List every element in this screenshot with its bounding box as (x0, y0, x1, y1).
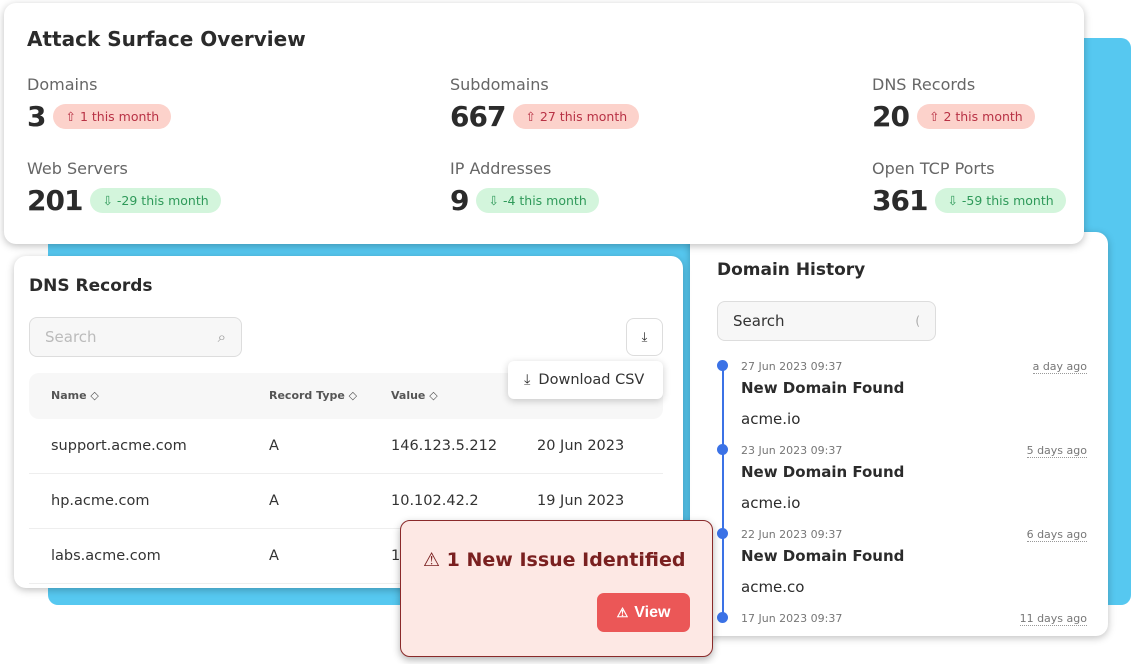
history-title: Domain History (717, 260, 866, 280)
download-csv-label: Download CSV (538, 372, 645, 388)
table-row[interactable]: support.acme.com A 146.123.5.212 20 Jun 202… (29, 419, 663, 474)
timeline-dot (717, 444, 728, 455)
trend-badge: ⇩ -59 this month (935, 188, 1066, 213)
event-timestamp: 27 Jun 2023 09:37 (741, 360, 843, 373)
cell: 19 Jun 2023 (537, 493, 625, 509)
arrow-up-icon: ⇧ (525, 109, 536, 124)
event-timestamp: 17 Jun 2023 09:37 (741, 612, 843, 625)
trend-badge: ⇧ 1 this month (53, 104, 172, 129)
stat-3: Web Servers 201 ⇩ -29 this month (27, 159, 221, 217)
domain-history-card: Domain History Search ( 27 Jun 2023 09:3… (690, 232, 1108, 636)
timeline-dot (717, 528, 728, 539)
stat-value: 667 (450, 100, 506, 133)
trend-badge: ⇧ 2 this month (916, 104, 1035, 129)
stat-label: IP Addresses (450, 159, 552, 178)
event-relative-time: 6 days ago (1026, 528, 1087, 542)
stat-4: IP Addresses 9 ⇩ -4 this month (450, 159, 599, 217)
stat-label: Open TCP Ports (872, 159, 995, 178)
download-icon: ⤓ (641, 329, 648, 345)
column-header-name[interactable]: Name ◇ (51, 389, 99, 402)
cell: A (269, 548, 279, 564)
arrow-down-icon: ⇩ (947, 193, 958, 208)
event-domain: acme.co (741, 578, 805, 596)
column-header-value[interactable]: Value ◇ (391, 389, 438, 402)
stat-1: Subdomains 667 ⇧ 27 this month (450, 75, 640, 133)
stat-value: 361 (872, 184, 928, 217)
event-timestamp: 22 Jun 2023 09:37 (741, 528, 843, 541)
download-csv-menu-item[interactable]: ⤓ Download CSV (508, 361, 663, 399)
view-button[interactable]: ⚠ View (597, 593, 690, 632)
search-value: Search (733, 312, 785, 330)
cell: hp.acme.com (51, 493, 150, 509)
download-button[interactable]: ⤓ (626, 318, 663, 356)
warning-icon: ⚠ (616, 604, 629, 620)
stat-value: 20 (872, 100, 910, 133)
stat-0: Domains 3 ⇧ 1 this month (27, 75, 172, 133)
stat-label: Domains (27, 75, 98, 94)
event-relative-time: 5 days ago (1026, 444, 1087, 458)
event-relative-time: a day ago (1032, 360, 1087, 374)
search-placeholder: Search (45, 328, 97, 346)
dns-title: DNS Records (29, 276, 153, 296)
cell: support.acme.com (51, 438, 187, 454)
dns-search-input[interactable]: Search ⌕ (29, 317, 242, 357)
timeline-dot (717, 612, 728, 623)
history-search-input[interactable]: Search ( (717, 301, 936, 341)
timeline-dot (717, 360, 728, 371)
cell: 10.102.42.2 (391, 493, 479, 509)
event-title: New Domain Found (741, 547, 905, 565)
issue-alert: ⚠ 1 New Issue Identified ⚠ View (400, 520, 713, 657)
stat-label: Subdomains (450, 75, 549, 94)
arrow-down-icon: ⇩ (102, 193, 113, 208)
cell: 146.123.5.212 (391, 438, 498, 454)
arrow-up-icon: ⇧ (928, 109, 940, 124)
stat-2: DNS Records 20 ⇧ 2 this month (872, 75, 1035, 133)
stat-value: 201 (27, 184, 83, 217)
attack-surface-overview-card: Attack Surface Overview Domains 3 ⇧ 1 this… (4, 3, 1084, 244)
search-icon: ⌕ (217, 328, 226, 346)
stat-label: Web Servers (27, 159, 128, 178)
trend-badge: ⇩ -4 this month (476, 188, 599, 213)
event-relative-time: 11 days ago (1019, 612, 1087, 626)
timeline-line (722, 365, 724, 615)
stat-5: Open TCP Ports 361 ⇩ -59 this month (872, 159, 1066, 217)
stat-value: 9 (450, 184, 470, 217)
stat-label: DNS Records (872, 75, 976, 94)
stat-value: 3 (27, 100, 47, 133)
cell: 20 Jun 2023 (537, 438, 625, 454)
column-header-record-type[interactable]: Record Type ◇ (269, 389, 357, 402)
arrow-down-icon: ⇩ (488, 193, 499, 208)
cell: A (269, 438, 279, 454)
event-domain: acme.io (741, 410, 801, 428)
event-title: New Domain Found (741, 463, 905, 481)
event-domain: acme.io (741, 494, 801, 512)
download-icon: ⤓ (524, 372, 531, 388)
warning-icon: ⚠ (423, 549, 441, 571)
trend-badge: ⇩ -29 this month (90, 188, 221, 213)
alert-message: ⚠ 1 New Issue Identified (423, 549, 686, 571)
loading-icon: ( (915, 314, 920, 328)
arrow-up-icon: ⇧ (65, 109, 76, 124)
event-timestamp: 23 Jun 2023 09:37 (741, 444, 843, 457)
cell: A (269, 493, 279, 509)
cell: labs.acme.com (51, 548, 161, 564)
event-title: New Domain Found (741, 379, 905, 397)
overview-title: Attack Surface Overview (27, 27, 306, 51)
trend-badge: ⇧ 27 this month (513, 104, 640, 129)
